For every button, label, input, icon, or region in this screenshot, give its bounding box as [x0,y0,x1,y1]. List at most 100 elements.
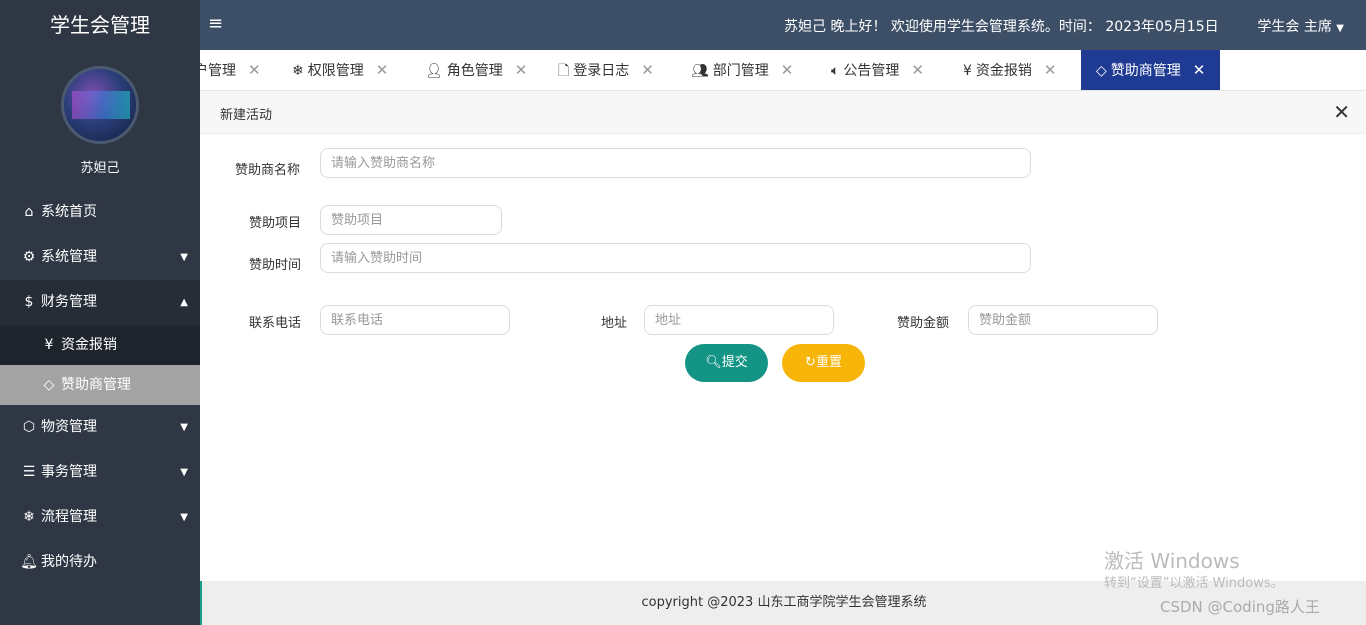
avatar[interactable] [61,66,139,144]
address-input[interactable] [644,305,834,335]
home-icon: ⌂ [24,204,34,220]
close-icon[interactable]: ✕ [1044,61,1057,79]
diamond-icon: ◇ [43,377,55,393]
sponsor-name-label: 赞助商名称 [235,163,301,178]
tab-label: 登录日志 [573,63,630,79]
close-icon[interactable]: ✕ [1333,100,1350,124]
menu-toggle-icon[interactable]: ≡ [208,13,223,34]
close-icon[interactable]: ✕ [911,61,924,79]
snowflake-icon: ❄ [292,63,304,79]
sidebar-subitem-label: 资金报销 [61,337,117,353]
sidebar-item-label: 事务管理 [41,464,97,480]
copyright-text: copyright @2023 山东工商学院学生会管理系统 [641,595,927,610]
caret-down-icon: ▼ [180,467,188,478]
user-role-label: 学生会 主席 [1257,19,1332,35]
tab-login-log[interactable]: 🗋︎ 登录日志 ✕ [558,50,654,90]
tab-department[interactable]: 👥︎ 部门管理 ✕ [691,50,794,90]
sidebar-item-finance[interactable]: $ 财务管理 ▲ [0,280,200,325]
sidebar-item-label: 系统首页 [41,204,97,220]
amount-input[interactable] [968,305,1158,335]
phone-label: 联系电话 [249,316,302,331]
top-header: ≡ 苏妲己 晚上好！ 欢迎使用学生会管理系统。时间： 2023年05月15日 学… [200,0,1366,50]
dollar-icon: $ [24,294,34,310]
file-icon: 🗋︎ [558,63,570,79]
close-icon[interactable]: ✕ [781,61,794,79]
panel-header: 新建活动 ✕ [200,91,1366,134]
sidebar-item-label: 我的待办 [41,554,97,570]
windows-activation-hint: 转到“设置”以激活 Windows。 [1104,576,1284,591]
tab-label: 部门管理 [712,63,769,79]
tab-label: 户管理 [200,63,236,79]
project-label: 赞助项目 [249,216,302,231]
sidebar-menu: ⌂ 系统首页 ⚙ 系统管理 ▼ $ 财务管理 ▲ ¥ 资金报销 ◇ 赞助商管理 ⬡ 物资管理… [0,190,200,585]
gear-icon: ⚙ [22,249,36,265]
username: 苏妲己 [80,161,120,176]
tab-label: 公告管理 [843,63,900,79]
snowflake-icon: ❄ [23,509,35,525]
amount-label: 赞助金额 [897,316,950,331]
sidebar-subitem-reimbursement[interactable]: ¥ 资金报销 [0,325,200,365]
welcome-text: 苏妲己 晚上好！ 欢迎使用学生会管理系统。时间： 2023年05月15日 [784,19,1219,35]
search-icon: 🔍︎ [705,355,722,370]
app-brand: 学生会管理 [0,0,200,50]
sidebar-item-label: 流程管理 [41,509,97,525]
tab-label: 权限管理 [307,63,364,79]
caret-down-icon: ▼ [180,252,188,263]
phone-input[interactable] [320,305,510,335]
tab-bar: 户管理 ✕ ❄权限管理 ✕ 👤︎角色管理 ✕ 🗋︎登录日志 ✕ 👥︎部门管理 ✕ 🔈︎公告… [200,50,1366,91]
tab-announcement[interactable]: 🔈︎ 公告管理 ✕ [831,50,924,90]
sidebar-item-affairs[interactable]: ☰ 事务管理 ▼ [0,450,200,495]
tab-sponsor[interactable]: ◇ 赞助商管理 ✕ [1081,50,1221,90]
sidebar-subitem-sponsor[interactable]: ◇ 赞助商管理 [0,365,200,405]
bell-icon: 🔔︎ [20,554,38,570]
time-input[interactable] [320,243,1031,273]
users-icon: 👥︎ [691,63,709,79]
caret-down-icon: ▼ [180,512,188,523]
tab-reimbursement[interactable]: ¥ 资金报销 ✕ [963,50,1057,90]
sidebar-item-materials[interactable]: ⬡ 物资管理 ▼ [0,405,200,450]
close-icon[interactable]: ✕ [515,61,528,79]
sliders-icon: ☰ [22,464,36,480]
csdn-watermark: CSDN @Coding路人王 [1160,598,1320,616]
close-icon[interactable]: ✕ [641,61,654,79]
tab-role[interactable]: 👤︎ 角色管理 ✕ [425,50,528,90]
sidebar-item-label: 财务管理 [41,294,97,310]
sidebar-item-home[interactable]: ⌂ 系统首页 [0,190,200,235]
refresh-icon: ↻ [805,355,816,370]
reset-button[interactable]: ↻重置 [782,344,865,382]
windows-activation-watermark: 激活 Windows [1104,549,1240,573]
sidebar-item-process[interactable]: ❄ 流程管理 ▼ [0,495,200,540]
submit-button[interactable]: 🔍︎提交 [685,344,768,382]
close-icon[interactable]: ✕ [248,61,261,79]
tab-user-management[interactable]: 户管理 ✕ [200,50,261,90]
user-role-dropdown[interactable]: 学生会 主席 ▼ [1257,16,1344,36]
sponsor-name-input[interactable] [320,148,1031,178]
yen-icon: ¥ [963,63,972,79]
person-icon: 👤︎ [425,63,443,79]
caret-up-icon: ▲ [180,297,188,308]
project-input[interactable] [320,205,502,235]
reset-label: 重置 [815,355,842,370]
close-icon[interactable]: ✕ [1193,61,1206,79]
sidebar-item-label: 系统管理 [41,249,97,265]
tab-permission[interactable]: ❄ 权限管理 ✕ [292,50,389,90]
tab-label: 资金报销 [975,63,1032,79]
diamond-icon: ◇ [1096,63,1107,79]
submit-label: 提交 [721,355,748,370]
tab-label: 赞助商管理 [1110,63,1181,79]
volume-icon: 🔈︎ [831,63,840,79]
time-label: 赞助时间 [249,258,302,273]
yen-icon: ¥ [44,337,54,353]
tab-label: 角色管理 [446,63,503,79]
sidebar-item-system[interactable]: ⚙ 系统管理 ▼ [0,235,200,280]
box-icon: ⬡ [22,419,36,435]
caret-down-icon: ▼ [180,422,188,433]
address-label: 地址 [601,316,628,331]
sidebar-subitem-label: 赞助商管理 [61,377,131,393]
sidebar-item-label: 物资管理 [41,419,97,435]
close-icon[interactable]: ✕ [376,61,389,79]
sidebar-item-todo[interactable]: 🔔︎ 我的待办 [0,540,200,585]
caret-down-icon: ▼ [1336,23,1344,34]
panel-title: 新建活动 [220,108,273,123]
sidebar: 学生会管理 苏妲己 ⌂ 系统首页 ⚙ 系统管理 ▼ $ 财务管理 ▲ ¥ 资金报销 ◇ 赞… [0,0,200,625]
